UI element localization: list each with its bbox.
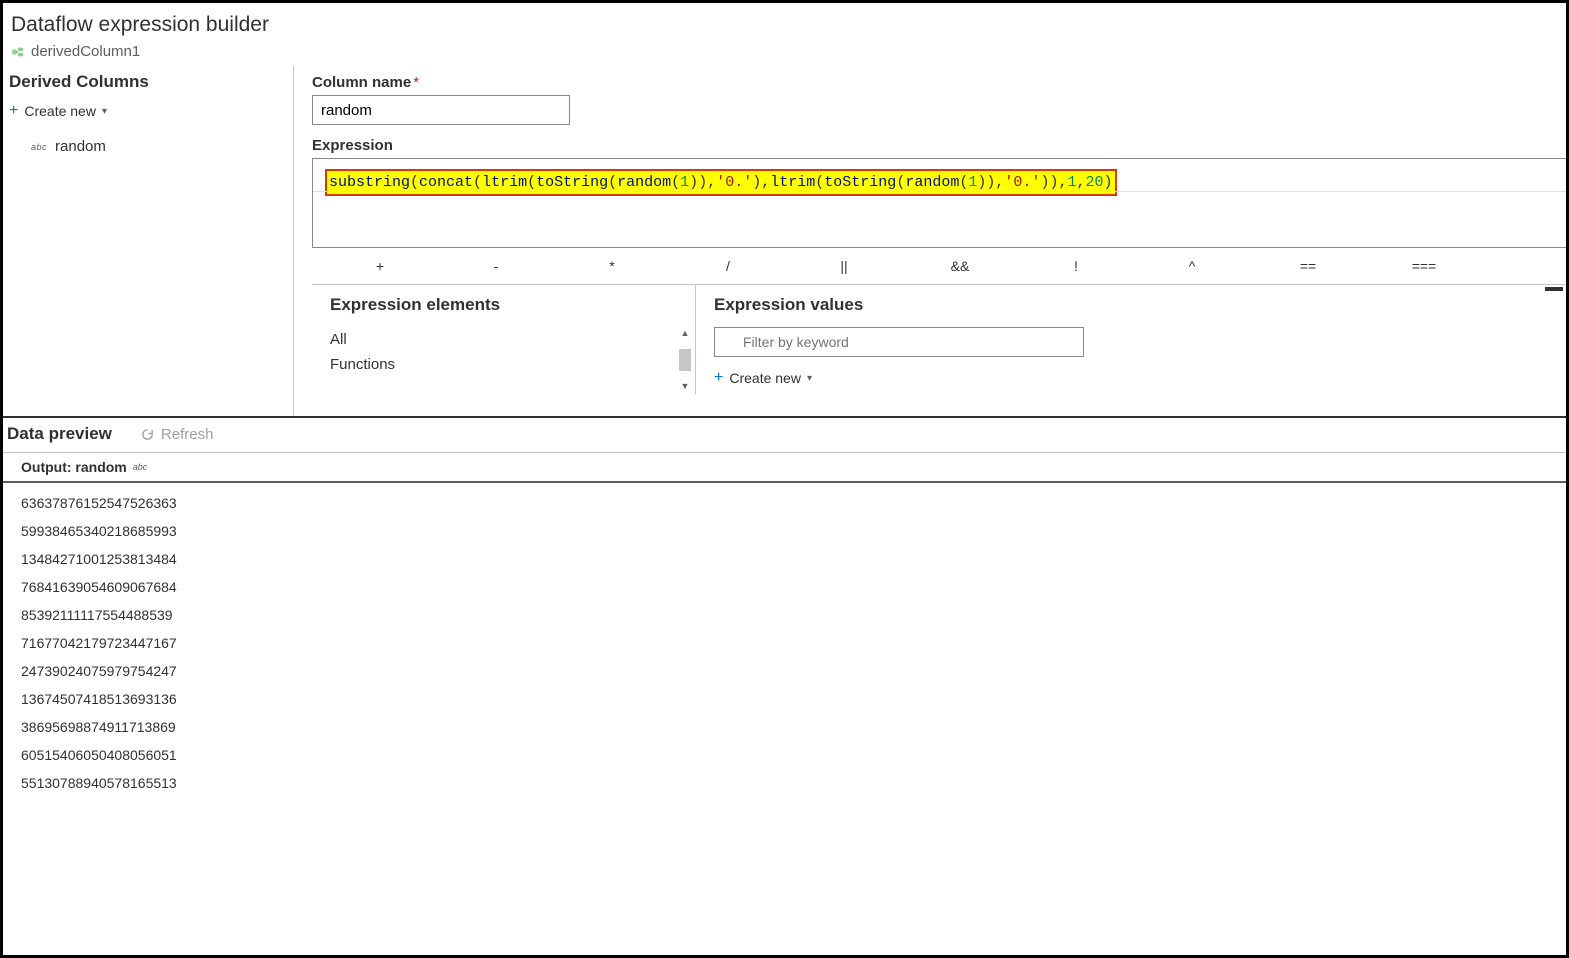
refresh-icon xyxy=(140,427,155,442)
preview-row: 38695698874911713869 xyxy=(21,713,1566,741)
operator-eq[interactable]: == xyxy=(1250,252,1366,280)
refresh-button[interactable]: Refresh xyxy=(140,426,214,443)
operator-and[interactable]: && xyxy=(902,252,1018,280)
expression-elements-title: Expression elements xyxy=(330,295,693,315)
column-name-label: Column name* xyxy=(312,74,1566,91)
chevron-down-icon: ▾ xyxy=(807,373,812,384)
preview-row: 76841639054609067684 xyxy=(21,573,1566,601)
scroll-thumb[interactable] xyxy=(679,349,691,371)
type-icon-string: abc xyxy=(31,142,47,152)
preview-row: 60515406050408056051 xyxy=(21,741,1566,769)
operator-toolbar: + - * / || && ! ^ == === xyxy=(312,248,1566,284)
operator-eqeq[interactable]: === xyxy=(1366,252,1482,280)
plus-icon: + xyxy=(9,102,18,120)
sidebar-column-item[interactable]: abc random xyxy=(31,138,285,155)
output-header: Output: random abc xyxy=(3,452,1566,483)
create-new-label: Create new xyxy=(24,103,96,119)
preview-row: 24739024075979754247 xyxy=(21,657,1566,685)
create-new-value-button[interactable]: + Create new ▾ xyxy=(714,369,1566,387)
main-panel: Column name* Expression substring(concat… xyxy=(294,66,1566,416)
required-marker: * xyxy=(413,74,419,91)
create-new-value-label: Create new xyxy=(729,370,801,386)
editor-rule xyxy=(313,191,1566,192)
node-breadcrumb: derivedColumn1 xyxy=(11,43,1558,60)
expression-label: Expression xyxy=(312,137,1566,154)
operator-multiply[interactable]: * xyxy=(554,252,670,280)
preview-row: 63637876152547526363 xyxy=(21,489,1566,517)
expression-elements-panel: Expression elements All Functions ▲ ▼ xyxy=(312,285,696,394)
preview-row: 13484271001253813484 xyxy=(21,545,1566,573)
preview-row: 71677042179723447167 xyxy=(21,629,1566,657)
create-new-column-button[interactable]: + Create new ▾ xyxy=(9,102,285,120)
preview-rows: 6363787615254752636359938465340218685993… xyxy=(3,483,1566,797)
sidebar-title: Derived Columns xyxy=(9,72,285,92)
elements-filter-all[interactable]: All xyxy=(330,327,693,352)
derived-column-icon xyxy=(11,45,25,59)
expression-values-title: Expression values xyxy=(714,295,1566,315)
operator-or[interactable]: || xyxy=(786,252,902,280)
column-name-input[interactable] xyxy=(312,95,570,125)
header: Dataflow expression builder derivedColum… xyxy=(3,3,1566,66)
operator-minus[interactable]: - xyxy=(438,252,554,280)
chevron-down-icon: ▾ xyxy=(102,106,107,117)
preview-row: 85392111117554488539 xyxy=(21,601,1566,629)
plus-icon: + xyxy=(714,369,723,387)
preview-row: 13674507418513693136 xyxy=(21,685,1566,713)
preview-row: 59938465340218685993 xyxy=(21,517,1566,545)
scroll-up-icon[interactable]: ▲ xyxy=(681,329,690,338)
sidebar: Derived Columns + Create new ▾ abc rando… xyxy=(3,66,294,416)
expression-editor[interactable]: substring(concat(ltrim(toString(random(1… xyxy=(312,158,1566,248)
collapse-handle[interactable] xyxy=(1545,287,1563,291)
elements-filter-functions[interactable]: Functions xyxy=(330,352,693,377)
data-preview-title: Data preview xyxy=(7,424,112,444)
operator-not[interactable]: ! xyxy=(1018,252,1134,280)
values-filter-input[interactable] xyxy=(714,327,1084,357)
operator-divide[interactable]: / xyxy=(670,252,786,280)
data-preview-panel: Data preview Refresh Output: random abc … xyxy=(3,416,1566,797)
elements-scrollbar[interactable]: ▲ ▼ xyxy=(677,329,693,391)
operator-xor[interactable]: ^ xyxy=(1134,252,1250,280)
refresh-label: Refresh xyxy=(161,426,214,443)
expression-values-panel: Expression values + Create new ▾ xyxy=(696,285,1566,394)
preview-row: 55130788940578165513 xyxy=(21,769,1566,797)
scroll-down-icon[interactable]: ▼ xyxy=(681,382,690,391)
page-title: Dataflow expression builder xyxy=(11,13,1558,37)
operator-plus[interactable]: + xyxy=(322,252,438,280)
type-icon-string: abc xyxy=(133,462,148,472)
sidebar-column-name: random xyxy=(55,138,106,155)
node-name: derivedColumn1 xyxy=(31,43,140,60)
